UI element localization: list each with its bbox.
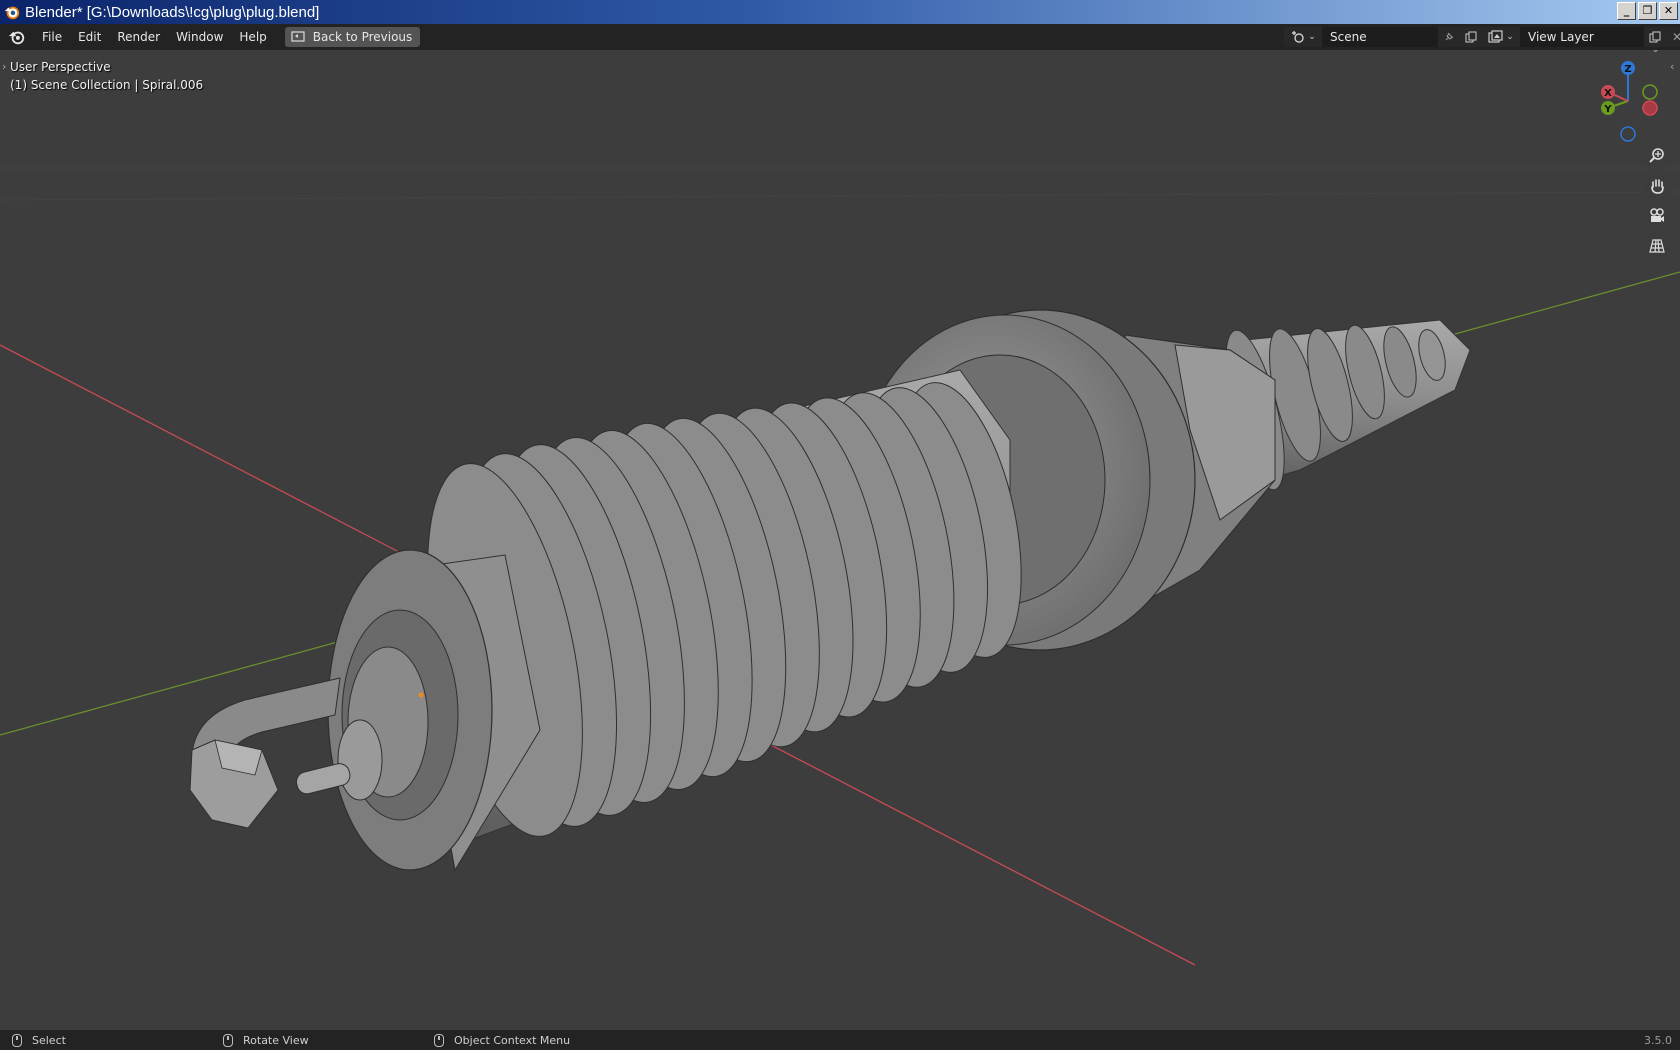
blender-logo-icon[interactable] <box>8 28 26 46</box>
view-layer-name-field[interactable]: View Layer <box>1520 27 1644 47</box>
top-menu-bar: File Edit Render Window Help Back to Pre… <box>0 24 1680 50</box>
status-select: Select <box>12 1033 66 1047</box>
back-to-previous-label: Back to Previous <box>312 30 413 44</box>
scene-icon[interactable]: ⌄ <box>1284 27 1322 47</box>
blender-app-icon <box>4 6 20 20</box>
scene-name-field[interactable]: Scene <box>1322 27 1438 47</box>
status-select-label: Select <box>32 1033 66 1047</box>
window-title-bar[interactable]: Blender* [G:\Downloads\!cg\plug\plug.ble… <box>0 0 1680 24</box>
status-context-menu: Object Context Menu <box>434 1033 571 1047</box>
3d-viewport[interactable]: User Perspective (1) Scene Collection | … <box>0 50 1680 1030</box>
status-rotate-label: Rotate View <box>243 1033 309 1047</box>
window-title: Blender* [G:\Downloads\!cg\plug\plug.ble… <box>25 3 320 21</box>
header-toggle-icon[interactable]: ⌄ <box>1651 50 1660 55</box>
view-layer-icon[interactable]: ⌄ <box>1482 27 1520 47</box>
new-view-layer-icon[interactable] <box>1644 27 1666 47</box>
status-bar: Select Rotate View Object Context Menu 3… <box>0 1030 1680 1050</box>
menu-edit[interactable]: Edit <box>70 30 109 44</box>
zoom-icon[interactable] <box>1643 142 1671 170</box>
maximize-button[interactable]: ❐ <box>1638 2 1657 20</box>
status-context-menu-label: Object Context Menu <box>454 1033 571 1047</box>
left-panel-toggle-icon[interactable]: › <box>2 60 6 73</box>
gizmo-x-label: X <box>1604 88 1612 99</box>
right-panel-toggle-icon[interactable]: ‹ <box>1670 60 1674 73</box>
screen-back-icon <box>291 31 305 42</box>
version-label: 3.5.0 <box>1644 1033 1672 1047</box>
collection-info: (1) Scene Collection | Spiral.006 <box>10 78 204 92</box>
menu-help[interactable]: Help <box>231 30 274 44</box>
status-rotate: Rotate View <box>223 1033 309 1047</box>
menu-window[interactable]: Window <box>168 30 231 44</box>
grid-ortho-icon[interactable] <box>1643 232 1671 260</box>
viewport-info: User Perspective (1) Scene Collection | … <box>10 58 203 94</box>
spark-plug-insulator <box>295 369 1022 872</box>
mouse-right-icon <box>434 1033 444 1047</box>
pin-icon[interactable] <box>1438 27 1460 47</box>
mouse-middle-icon <box>223 1033 233 1047</box>
camera-icon[interactable] <box>1643 202 1671 230</box>
spark-plug-ground-electrode <box>189 677 341 829</box>
hand-pan-icon[interactable] <box>1643 172 1671 200</box>
new-scene-icon[interactable] <box>1460 27 1482 47</box>
view-name: User Perspective <box>10 60 111 74</box>
scene-selector: ⌄ Scene ✕ <box>1284 27 1504 47</box>
close-button[interactable]: ✕ <box>1659 2 1678 20</box>
menu-file[interactable]: File <box>34 30 70 44</box>
menu-render[interactable]: Render <box>109 30 168 44</box>
mouse-left-icon <box>12 1033 22 1047</box>
gizmo-y-label: Y <box>1603 104 1612 115</box>
minimize-button[interactable]: _ <box>1617 2 1636 20</box>
viewport-scene[interactable] <box>0 50 1680 1030</box>
view-layer-selector: ⌄ View Layer ✕ <box>1482 27 1680 47</box>
delete-view-layer-icon[interactable]: ✕ <box>1666 27 1680 47</box>
navigation-gizmo[interactable]: Z X Y <box>1580 56 1670 146</box>
floor-grid <box>0 167 1680 201</box>
gizmo-z-label: Z <box>1624 64 1631 75</box>
back-to-previous-button[interactable]: Back to Previous <box>284 27 421 47</box>
